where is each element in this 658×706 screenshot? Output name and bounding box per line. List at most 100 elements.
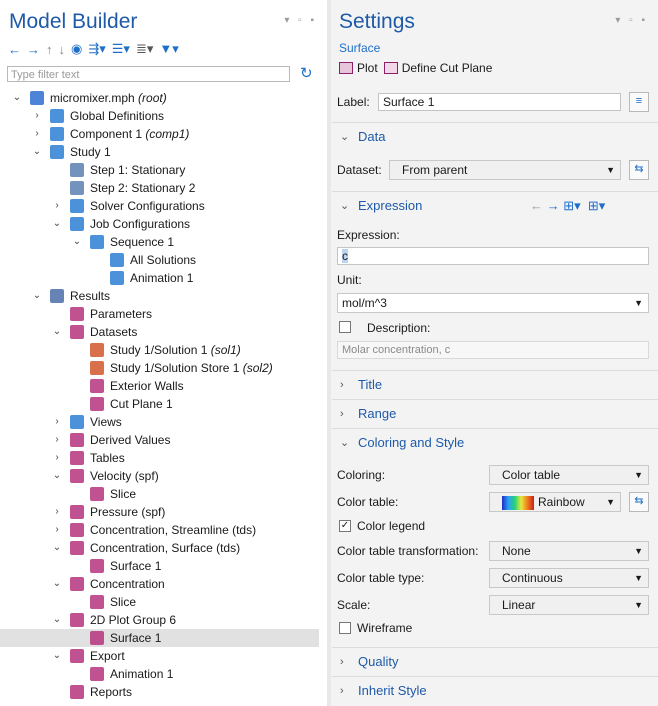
tree-node[interactable]: ⌄ Sequence 1 — [0, 233, 319, 251]
tree-node[interactable]: › Derived Values — [0, 431, 319, 449]
tree-node[interactable]: Animation 1 — [0, 269, 319, 287]
tree-node[interactable]: Surface 1 — [0, 629, 319, 647]
wireframe-checkbox[interactable] — [339, 622, 351, 634]
tree-node[interactable]: Step 1: Stationary — [0, 161, 319, 179]
tree-node[interactable]: Study 1/Solution 1 (sol1) — [0, 341, 319, 359]
chevron-right-icon[interactable]: › — [52, 503, 62, 521]
back-arrow-icon[interactable]: ← — [530, 198, 543, 213]
tree-node[interactable]: › Views — [0, 413, 319, 431]
section-expression[interactable]: ⌄ Expression ← → ⊞▾ ⊞▾ — [332, 191, 658, 220]
section-data-title: Data — [358, 129, 386, 144]
color-table-transformation-select[interactable]: None ▼ — [489, 541, 649, 561]
move-up-icon[interactable]: ↑ — [46, 42, 53, 57]
dataset-goto-icon[interactable]: ⇆ — [629, 160, 649, 180]
insert-expression-icon[interactable]: ⊞▾ — [588, 198, 605, 213]
chevron-right-icon[interactable]: › — [52, 449, 62, 467]
chevron-right-icon[interactable]: › — [52, 413, 62, 431]
chevron-right-icon[interactable]: › — [32, 125, 42, 143]
section-coloring-and-style[interactable]: ⌄ Coloring and Style — [332, 428, 658, 457]
tree-node[interactable]: ⌄ Concentration, Surface (tds) — [0, 539, 319, 557]
chevron-right-icon[interactable]: › — [52, 521, 62, 539]
forward-arrow-icon[interactable]: → — [27, 42, 40, 57]
chevron-down-icon[interactable]: ⌄ — [52, 647, 62, 665]
chevron-down-icon[interactable]: ⌄ — [52, 323, 62, 341]
tree-node[interactable]: › Global Definitions — [0, 107, 319, 125]
color-table-type-select[interactable]: Continuous ▼ — [489, 568, 649, 588]
tree-node[interactable]: ⌄ Study 1 — [0, 143, 319, 161]
tree-node[interactable]: ⌄ Results — [0, 287, 319, 305]
filter-input[interactable]: Type filter text — [7, 66, 290, 82]
dataset-select[interactable]: From parent ▼ — [389, 160, 621, 180]
tree-node[interactable]: ⌄ Export — [0, 647, 319, 665]
define-cut-plane-button[interactable]: Define Cut Plane — [383, 61, 492, 75]
chevron-right-icon[interactable]: › — [52, 197, 62, 215]
show-icon[interactable]: ◉ — [71, 41, 82, 57]
section-data[interactable]: ⌄ Data — [332, 122, 658, 151]
refresh-icon[interactable]: ↻ — [300, 64, 313, 82]
description-checkbox[interactable] — [339, 321, 351, 333]
section-range[interactable]: › Range — [332, 399, 658, 428]
section-title[interactable]: › Title — [332, 370, 658, 399]
expression-field[interactable]: c — [337, 247, 649, 265]
color-table-select[interactable]: Rainbow ▼ — [489, 492, 621, 512]
chevron-down-icon[interactable]: ⌄ — [52, 611, 62, 629]
tree-node[interactable]: Cut Plane 1 — [0, 395, 319, 413]
chevron-down-icon[interactable]: ⌄ — [32, 143, 42, 161]
tree-node[interactable]: Reports — [0, 683, 319, 701]
move-down-icon[interactable]: ↓ — [59, 42, 66, 57]
tree-node[interactable]: ⌄ Job Configurations — [0, 215, 319, 233]
chevron-down-icon[interactable]: ⌄ — [52, 467, 62, 485]
plot-button[interactable]: Plot — [339, 61, 378, 75]
tree-node[interactable]: Slice — [0, 593, 319, 611]
tree-node[interactable]: › Pressure (spf) — [0, 503, 319, 521]
chevron-down-icon: ▼ — [634, 470, 643, 480]
forward-arrow-icon[interactable]: → — [547, 198, 560, 213]
build-icon[interactable]: ▼▾ — [159, 41, 178, 57]
section-quality[interactable]: › Quality — [332, 647, 658, 676]
chevron-right-icon: › — [340, 379, 344, 391]
chevron-right-icon[interactable]: › — [32, 107, 42, 125]
tree-node[interactable]: All Solutions — [0, 251, 319, 269]
tree-node[interactable]: ⌄ Datasets — [0, 323, 319, 341]
tree-node[interactable]: › Component 1 (comp1) — [0, 125, 319, 143]
unit-select[interactable]: mol/m^3 ▼ — [337, 293, 649, 313]
tree-node[interactable]: Exterior Walls — [0, 377, 319, 395]
list-icon[interactable]: ≣▾ — [136, 41, 153, 57]
tree-node[interactable]: Surface 1 — [0, 557, 319, 575]
collapse-icon[interactable]: ⇶▾ — [88, 41, 105, 57]
expand-icon[interactable]: ☰▾ — [112, 41, 130, 57]
tree-node[interactable]: Animation 1 — [0, 665, 319, 683]
settings-panel-controls[interactable]: ▾ ▫ ▪ — [615, 15, 648, 26]
chevron-down-icon[interactable]: ⌄ — [12, 89, 22, 107]
tree-node[interactable]: ⌄ micromixer.mph (root) — [0, 89, 319, 107]
chevron-right-icon[interactable]: › — [52, 431, 62, 449]
back-arrow-icon[interactable]: ← — [8, 42, 21, 57]
chevron-down-icon[interactable]: ⌄ — [72, 233, 82, 251]
replace-expression-icon[interactable]: ⊞▾ — [563, 198, 580, 213]
tree-node[interactable]: ⌄ Velocity (spf) — [0, 467, 319, 485]
tree-node-label: Study 1 — [70, 143, 111, 161]
tree-node[interactable]: Parameters — [0, 305, 319, 323]
color-legend-checkbox[interactable]: ✓ — [339, 520, 351, 532]
color-table-browse-icon[interactable]: ⇆ — [629, 492, 649, 512]
chevron-down-icon[interactable]: ⌄ — [52, 539, 62, 557]
tree-node[interactable]: › Solver Configurations — [0, 197, 319, 215]
coloring-select[interactable]: Color table ▼ — [489, 465, 649, 485]
chevron-down-icon[interactable]: ⌄ — [52, 575, 62, 593]
label-options-icon[interactable]: ≡ — [629, 92, 649, 112]
tree-node-label: Reports — [90, 683, 132, 701]
chevron-down-icon[interactable]: ⌄ — [52, 215, 62, 233]
label-field[interactable]: Surface 1 — [378, 93, 621, 111]
tree-node[interactable]: ⌄ 2D Plot Group 6 — [0, 611, 319, 629]
description-field[interactable]: Molar concentration, c — [337, 341, 649, 359]
tree-node[interactable]: › Concentration, Streamline (tds) — [0, 521, 319, 539]
tree-node[interactable]: › Tables — [0, 449, 319, 467]
panel-controls[interactable]: ▾ ▫ ▪ — [284, 15, 317, 26]
tree-node[interactable]: ⌄ Concentration — [0, 575, 319, 593]
section-inherit-style[interactable]: › Inherit Style — [332, 676, 658, 705]
scale-select[interactable]: Linear ▼ — [489, 595, 649, 615]
tree-node[interactable]: Step 2: Stationary 2 — [0, 179, 319, 197]
tree-node[interactable]: Study 1/Solution Store 1 (sol2) — [0, 359, 319, 377]
chevron-down-icon[interactable]: ⌄ — [32, 287, 42, 305]
tree-node[interactable]: Slice — [0, 485, 319, 503]
